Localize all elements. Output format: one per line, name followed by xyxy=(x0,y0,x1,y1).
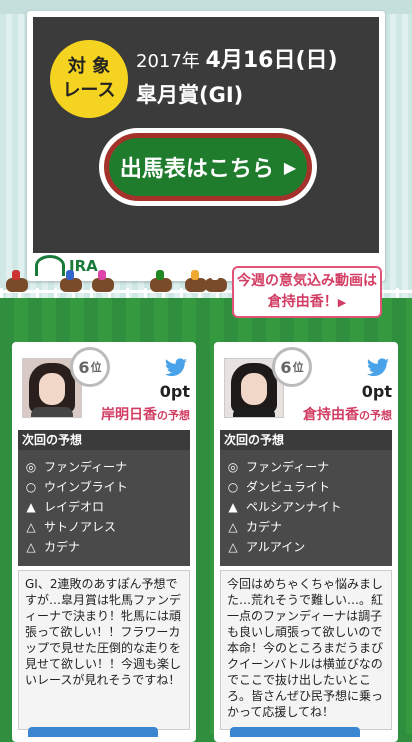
jockey-icon xyxy=(211,270,219,280)
target-race-badge: 対 象 レース xyxy=(50,40,128,118)
target-race-banner: 対 象 レース 2017年 4月16日(日) 皐月賞(GI) 出馬表はこちら ▶… xyxy=(27,11,385,281)
list-item: △ カデナ xyxy=(22,537,186,557)
race-date: 2017年 4月16日(日) xyxy=(136,42,338,74)
race-name: 皐月賞(GI) xyxy=(136,83,244,107)
pick-mark: △ xyxy=(228,540,238,554)
rank-badge: 6位 xyxy=(272,347,312,387)
predictor-name-text: 岸明日香 xyxy=(101,407,157,423)
video-link-line-1: 今週の意気込み動画は xyxy=(237,273,377,289)
predictor-name: 倉持由香の予想 xyxy=(303,404,392,424)
pick-mark: ○ xyxy=(227,480,239,494)
pick-horse: ファンディーナ xyxy=(44,460,128,474)
pick-mark: ◎ xyxy=(227,460,239,474)
predictor-name-text: 倉持由香 xyxy=(303,407,359,423)
predictor-name-suffix: の予想 xyxy=(359,409,392,422)
pick-horse: レイデオロ xyxy=(44,500,105,514)
video-link-line-2: 倉持由香！ xyxy=(267,294,338,310)
list-item: △ カデナ xyxy=(224,517,388,537)
race-date-weekday: (日) xyxy=(295,48,338,73)
list-item: ◎ ファンディーナ xyxy=(22,457,186,477)
entry-table-button[interactable]: 出馬表はこちら ▶ xyxy=(99,128,317,206)
predictor-name: 岸明日香の予想 xyxy=(101,404,190,424)
predictor-card: 6位 0pt 岸明日香の予想 次回の予想 ◎ ファンディーナ ○ ウインブライト ▲… xyxy=(12,342,196,742)
list-item: ▲ レイデオロ xyxy=(22,497,186,517)
rank-suffix: 位 xyxy=(90,361,102,374)
pick-horse: ファンディーナ xyxy=(246,460,330,474)
pick-mark: △ xyxy=(26,520,36,534)
race-info-board: 対 象 レース 2017年 4月16日(日) 皐月賞(GI) 出馬表はこちら ▶ xyxy=(33,17,379,253)
prediction-list: ◎ ファンディーナ ○ ダンビュライト ▲ ペルシアンナイト △ カデナ △ アルアイン xyxy=(220,450,392,566)
pick-mark: ▲ xyxy=(26,500,36,514)
points-value: 0pt xyxy=(159,382,190,401)
horse-icon xyxy=(6,278,28,292)
horse-icon xyxy=(60,278,82,292)
play-arrow-icon: ▶ xyxy=(283,157,297,177)
pick-horse: ダンビュライト xyxy=(246,480,331,494)
prediction-header: 次回の予想 xyxy=(220,430,392,450)
pick-horse: ウインブライト xyxy=(44,480,128,494)
pick-horse: カデナ xyxy=(44,540,81,554)
race-date-year: 2017年 xyxy=(136,51,200,72)
prediction-comment: 今回はめちゃくちゃ悩みました…荒れそうで難しい…。紅一点のファンディーナは調子も… xyxy=(220,570,392,730)
twitter-icon[interactable] xyxy=(164,358,188,378)
badge-line-2: レース xyxy=(62,80,116,101)
horse-icon xyxy=(150,278,172,292)
jockey-icon xyxy=(156,270,164,280)
horse-icon xyxy=(92,278,114,292)
list-item: ▲ ペルシアンナイト xyxy=(224,497,388,517)
pick-horse: アルアイン xyxy=(246,540,306,554)
jockey-icon xyxy=(66,270,74,280)
prediction-list: ◎ ファンディーナ ○ ウインブライト ▲ レイデオロ △ サトノアレス △ カデナ xyxy=(18,450,190,566)
pick-mark: △ xyxy=(26,540,36,554)
jockey-icon xyxy=(98,270,106,280)
list-item: △ アルアイン xyxy=(224,537,388,557)
list-item: ○ ウインブライト xyxy=(22,477,186,497)
pick-mark: ◎ xyxy=(25,460,37,474)
pick-mark: △ xyxy=(228,520,238,534)
predictor-name-suffix: の予想 xyxy=(157,409,190,422)
badge-line-1: 対 象 xyxy=(67,56,111,77)
points-value: 0pt xyxy=(361,382,392,401)
list-item: ○ ダンビュライト xyxy=(224,477,388,497)
horse-icon xyxy=(205,278,227,292)
pick-horse: サトノアレス xyxy=(44,520,117,534)
jockey-icon xyxy=(191,270,199,280)
panel-action-button[interactable] xyxy=(230,727,360,737)
horse-icon xyxy=(185,278,207,292)
panel-action-button[interactable] xyxy=(28,727,158,737)
pick-mark: ○ xyxy=(25,480,37,494)
race-date-month-day: 4月16日 xyxy=(205,48,296,73)
list-item: △ サトノアレス xyxy=(22,517,186,537)
predictor-card: 6位 0pt 倉持由香の予想 次回の予想 ◎ ファンディーナ ○ ダンビュライト ▲… xyxy=(214,342,398,742)
prediction-header: 次回の予想 xyxy=(18,430,190,450)
rank-badge: 6位 xyxy=(70,347,110,387)
prediction-comment: GI、2連敗のあすぽん予想ですが…皐月賞は牝馬ファンディーナで決まり！牝馬には頑… xyxy=(18,570,190,730)
jockey-icon xyxy=(12,270,20,280)
play-arrow-icon: ▶ xyxy=(337,296,347,309)
rank-number: 6 xyxy=(280,357,292,377)
pick-horse: カデナ xyxy=(246,520,283,534)
entry-table-button-label: 出馬表はこちら xyxy=(119,157,274,182)
list-item: ◎ ファンディーナ xyxy=(224,457,388,477)
rank-number: 6 xyxy=(78,357,90,377)
pick-horse: ペルシアンナイト xyxy=(246,500,342,514)
rank-suffix: 位 xyxy=(292,361,304,374)
pick-mark: ▲ xyxy=(228,500,238,514)
twitter-icon[interactable] xyxy=(366,358,390,378)
weekly-video-link[interactable]: 今週の意気込み動画は 倉持由香！▶ xyxy=(232,266,382,318)
